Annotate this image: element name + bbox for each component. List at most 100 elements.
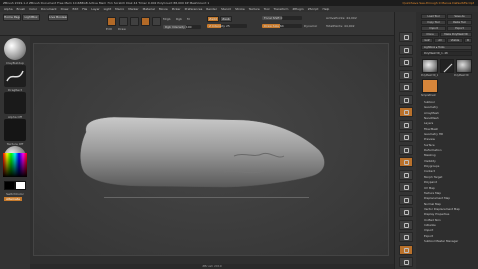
clone-button[interactable]: Clone bbox=[421, 32, 439, 37]
viewport[interactable] bbox=[33, 43, 389, 256]
copy-tool-button[interactable]: Copy Tool bbox=[421, 20, 446, 25]
menu-item-render[interactable]: Render bbox=[206, 7, 217, 11]
shelf-move-button[interactable] bbox=[399, 157, 413, 167]
shelf-zoom-button[interactable] bbox=[399, 69, 413, 80]
lightbox-tools-button[interactable]: Lightbox ▸ Tools bbox=[421, 45, 472, 50]
shelf-local-button[interactable] bbox=[399, 132, 413, 142]
rotate-mode-icon[interactable] bbox=[152, 17, 161, 26]
menu-item-edit[interactable]: Edit bbox=[72, 7, 78, 11]
sculpt-model[interactable] bbox=[34, 44, 390, 257]
brush-thumbnail[interactable] bbox=[4, 38, 26, 60]
main-color-swatch[interactable] bbox=[4, 181, 15, 190]
shelf-aahalf-button[interactable] bbox=[399, 94, 413, 105]
tool-subpalette-list: Subtool Geometry ArrayMesh NanoMesh Layers Fi… bbox=[420, 100, 476, 244]
shelf-bpr-button[interactable] bbox=[399, 32, 413, 42]
home-page-button[interactable]: Home Page bbox=[3, 14, 21, 21]
menu-item-tool[interactable]: Tool bbox=[264, 7, 270, 11]
shelf-actual-button[interactable] bbox=[399, 82, 413, 92]
shelf-scroll-button[interactable] bbox=[399, 57, 413, 67]
mrgb-toggle[interactable]: Mrgb bbox=[163, 17, 171, 21]
color-picker[interactable] bbox=[3, 153, 27, 177]
shelf-solo-button[interactable] bbox=[399, 244, 413, 255]
shelf-line-fill-button[interactable] bbox=[399, 194, 413, 205]
goz-r-button[interactable]: R bbox=[464, 38, 472, 43]
export-button[interactable]: Export bbox=[447, 26, 472, 31]
menu-item-texture[interactable]: Texture bbox=[249, 7, 260, 11]
shelf-persp-button[interactable] bbox=[399, 107, 413, 117]
goz-visible-button[interactable]: Visible bbox=[447, 38, 463, 43]
lightbox-button[interactable]: LightBox bbox=[22, 14, 40, 21]
active-tool-thumb[interactable] bbox=[422, 79, 438, 93]
polymesh-tool-thumb[interactable] bbox=[422, 59, 438, 73]
menu-item-brush[interactable]: Brush bbox=[17, 7, 26, 11]
make-polymesh-button[interactable]: Make PolyMesh3D bbox=[440, 32, 472, 37]
save-as-button[interactable]: Save As bbox=[447, 14, 472, 19]
shelf-xpose-button[interactable] bbox=[399, 257, 413, 267]
menu-item-preferences[interactable]: Preferences bbox=[185, 7, 203, 11]
draw-mode-icon[interactable] bbox=[119, 17, 128, 26]
shelf-frame-button[interactable] bbox=[399, 144, 413, 155]
z-intensity-slider[interactable]: Z Intensity 25 bbox=[207, 24, 247, 28]
menu-item-help[interactable]: Help bbox=[322, 7, 329, 11]
scale-mode-icon[interactable] bbox=[141, 17, 150, 26]
menu-item-stroke[interactable]: Stroke bbox=[235, 7, 245, 11]
menu-item-alpha[interactable]: Alpha bbox=[4, 7, 13, 11]
menu-item-zplugin[interactable]: ZPlugin bbox=[292, 7, 303, 11]
import-button[interactable]: Import bbox=[421, 26, 446, 31]
menu-item-light[interactable]: Light bbox=[104, 7, 112, 11]
menu-item-picker[interactable]: Picker bbox=[172, 7, 181, 11]
goz-all-button[interactable]: All bbox=[434, 38, 446, 43]
menu-item-file[interactable]: File bbox=[82, 7, 87, 11]
zadd-toggle[interactable]: Zadd bbox=[207, 16, 219, 22]
zsub-toggle[interactable]: Zsub bbox=[220, 16, 232, 22]
switch-color-button[interactable]: SwitchColor bbox=[0, 192, 30, 196]
paste-tool-button[interactable]: Paste Tool bbox=[447, 20, 472, 25]
menu-item-color[interactable]: Color bbox=[29, 7, 37, 11]
load-tool-button[interactable]: Load Tool bbox=[421, 14, 446, 19]
xpose-icon bbox=[404, 260, 409, 265]
total-points-readout: TotalPoints: 44,002 bbox=[326, 24, 355, 28]
shelf-transp-button[interactable] bbox=[399, 219, 413, 230]
simplebrush-tool-thumb[interactable] bbox=[440, 59, 454, 73]
menu-item-layer[interactable]: Layer bbox=[91, 7, 99, 11]
alternate-button[interactable]: Alternate bbox=[4, 197, 22, 201]
draw-label: Draw bbox=[118, 27, 126, 31]
secondary-color-swatch[interactable] bbox=[15, 181, 26, 190]
zbrush-window: { "titlebar": { "text": "ZBrush 2019.1.2… bbox=[0, 0, 478, 269]
rgb-toggle[interactable]: Rgb bbox=[176, 17, 182, 21]
menu-item-zscript[interactable]: ZScript bbox=[308, 7, 319, 11]
alpha-thumbnail[interactable] bbox=[4, 92, 26, 114]
shelf-ghost-button[interactable] bbox=[399, 232, 413, 242]
m-toggle[interactable]: M bbox=[187, 17, 190, 21]
menu-item-stencil[interactable]: Stencil bbox=[221, 7, 231, 11]
current-tool-slider[interactable]: PolyMesh3D_1. 48 bbox=[421, 51, 472, 56]
draw-size-slider[interactable]: Draw Size 64 bbox=[262, 24, 302, 28]
shelf-rotate-button[interactable] bbox=[399, 182, 413, 192]
shelf-polyf-button[interactable] bbox=[399, 207, 413, 217]
menu-item-macro[interactable]: Macro bbox=[115, 7, 124, 11]
focal-shift-slider[interactable]: Focal Shift 0 bbox=[262, 16, 302, 20]
menu-item-marker[interactable]: Marker bbox=[128, 7, 138, 11]
shelf-floor-button[interactable] bbox=[399, 119, 413, 130]
stroke-curve-icon bbox=[6, 70, 24, 82]
line-fill-icon bbox=[404, 197, 409, 203]
move-icon bbox=[404, 160, 409, 165]
title-text: ZBrush 2019.1.2 ZBrush Document Free Mem… bbox=[3, 1, 210, 5]
menu-item-document[interactable]: Document bbox=[41, 7, 57, 11]
goz-button[interactable]: GoZ bbox=[421, 38, 433, 43]
polymesh3d-tool-thumb[interactable] bbox=[456, 59, 472, 73]
subpalette-subtool-master-manager[interactable]: Subtool Master Manager bbox=[420, 239, 476, 244]
menu-item-transform[interactable]: Transform bbox=[274, 7, 289, 11]
move-mode-icon[interactable] bbox=[130, 17, 139, 26]
shelf-scale-button[interactable] bbox=[399, 169, 413, 180]
menu-item-draw[interactable]: Draw bbox=[61, 7, 69, 11]
edit-mode-icon[interactable] bbox=[107, 17, 116, 26]
menu-item-material[interactable]: Material bbox=[143, 7, 155, 11]
rgb-intensity-slider[interactable]: Rgb Intensity 100 bbox=[163, 25, 201, 29]
stroke-thumbnail[interactable] bbox=[4, 65, 26, 87]
texture-thumbnail[interactable] bbox=[4, 119, 26, 141]
shelf-spix-3-button[interactable] bbox=[399, 44, 413, 55]
live-boolean-button[interactable]: Live Boolean bbox=[48, 14, 68, 21]
dynamic-toggle[interactable]: Dynamic bbox=[304, 24, 317, 28]
menu-item-movie[interactable]: Movie bbox=[159, 7, 168, 11]
